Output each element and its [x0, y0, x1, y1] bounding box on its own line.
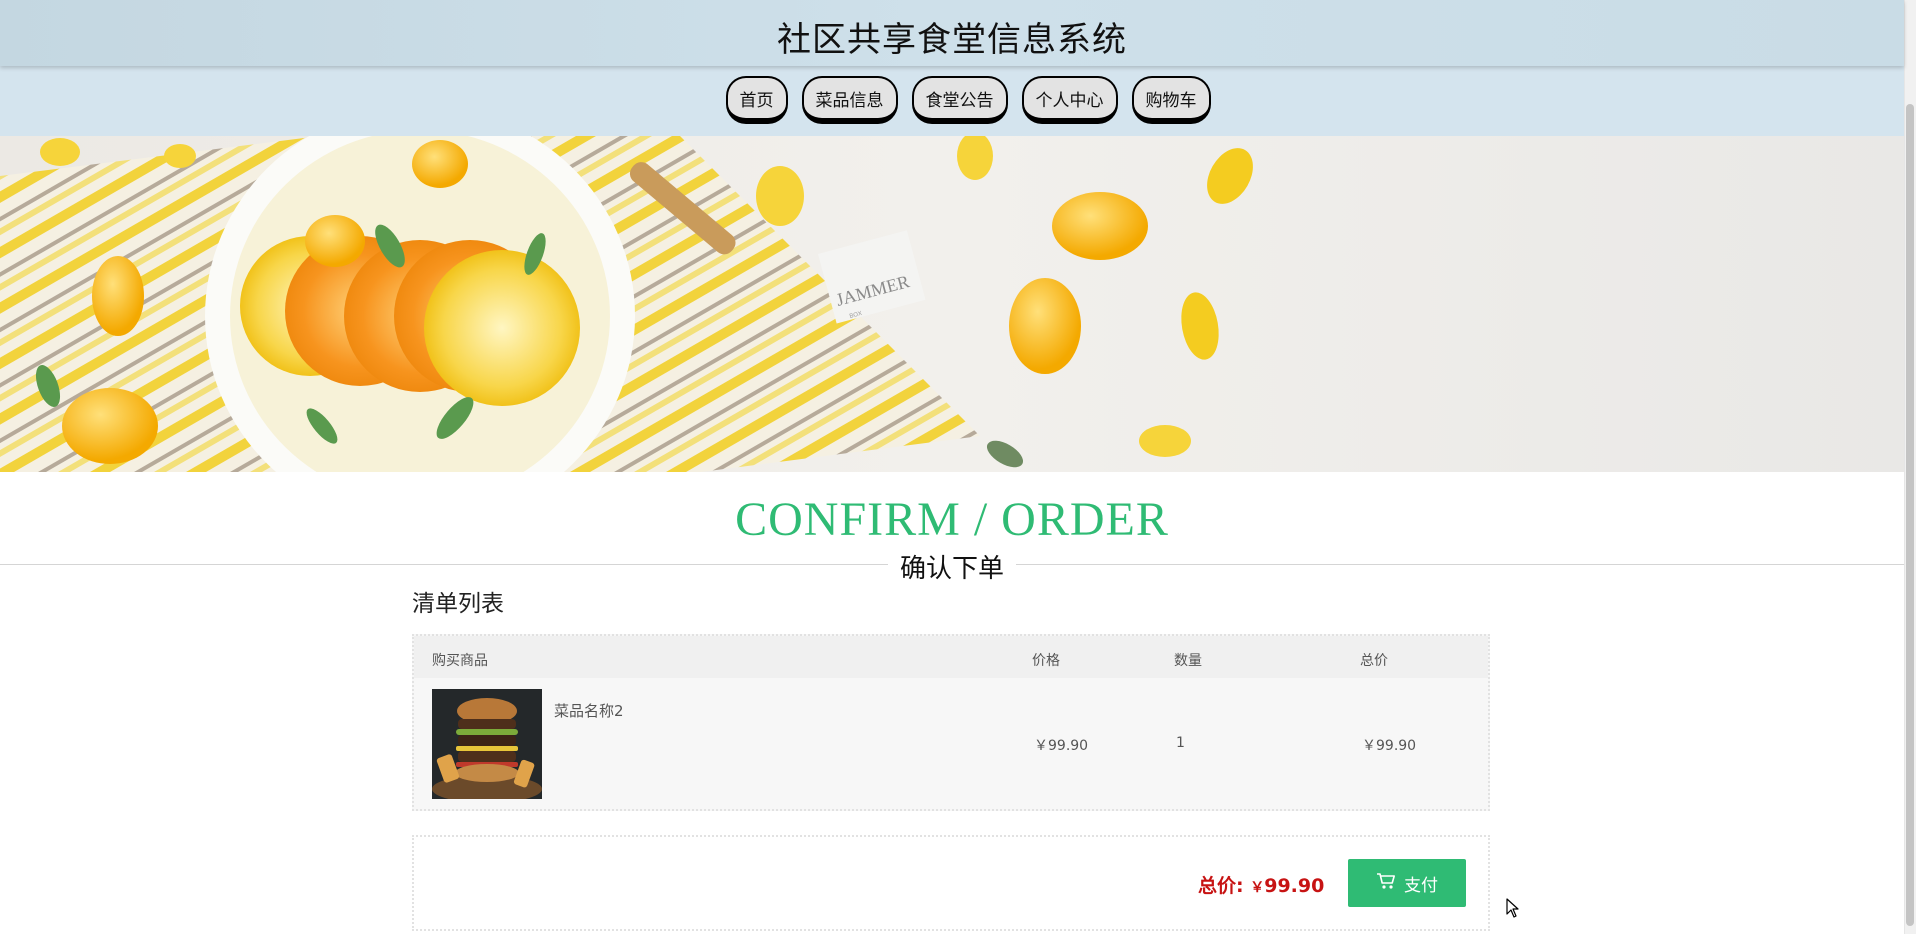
header-total: 总价 — [1360, 653, 1388, 669]
nav-list: 首页 菜品信息 食堂公告 个人中心 购物车 — [0, 76, 1904, 124]
nav-item-cart[interactable]: 购物车 — [1131, 76, 1211, 124]
order-table: 购买商品 价格 数量 总价 菜品名称2 ￥99.90 1 ￥99.90 — [412, 634, 1490, 811]
header-quantity: 数量 — [1174, 653, 1202, 669]
order-total: 总价: ￥99.90 — [1198, 871, 1324, 898]
scrollbar-thumb[interactable] — [1906, 104, 1914, 926]
pay-button-label: 支付 — [1404, 875, 1438, 896]
content-area: 社区共享食堂信息系统 首页 菜品信息 食堂公告 个人中心 购物车 JAMMER … — [0, 0, 1904, 934]
product-name[interactable]: 菜品名称2 — [554, 700, 624, 721]
pay-button[interactable]: 支付 — [1348, 859, 1466, 907]
header-product: 购买商品 — [432, 653, 488, 669]
page-scrollbar[interactable] — [1904, 0, 1916, 934]
cart-icon — [1376, 872, 1396, 895]
mouse-cursor-icon — [1506, 898, 1520, 922]
order-total-currency: ￥ — [1250, 880, 1265, 896]
main-nav: 首页 菜品信息 食堂公告 个人中心 购物车 — [0, 66, 1904, 136]
list-title: 清单列表 — [412, 591, 504, 617]
nav-item-home[interactable]: 首页 — [725, 76, 788, 124]
banner-illustration: JAMMER BOX — [0, 136, 1904, 472]
site-header: 社区共享食堂信息系统 — [0, 0, 1904, 66]
product-total: ￥99.90 — [1362, 738, 1417, 754]
product-image[interactable] — [432, 689, 542, 799]
page: 社区共享食堂信息系统 首页 菜品信息 食堂公告 个人中心 购物车 JAMMER … — [0, 0, 1916, 934]
nav-item-dishes[interactable]: 菜品信息 — [801, 76, 898, 124]
confirm-order-subheading-text: 确认下单 — [887, 554, 1016, 584]
confirm-order-heading: CONFIRM / ORDER — [735, 493, 1169, 546]
table-header: 购买商品 价格 数量 总价 — [414, 636, 1488, 678]
site-title: 社区共享食堂信息系统 — [777, 20, 1127, 60]
burger-illustration — [432, 689, 542, 799]
product-price: ￥99.90 — [1034, 738, 1089, 754]
payment-bar: 总价: ￥99.90 支付 — [412, 835, 1490, 931]
nav-item-profile[interactable]: 个人中心 — [1021, 76, 1118, 124]
nav-item-announcements[interactable]: 食堂公告 — [911, 76, 1008, 124]
header-price: 价格 — [1032, 653, 1060, 669]
order-total-value: 99.90 — [1264, 875, 1325, 897]
table-row: 菜品名称2 ￥99.90 1 ￥99.90 — [414, 678, 1488, 809]
banner-image: JAMMER BOX — [0, 136, 1904, 472]
order-total-label: 总价: — [1198, 875, 1244, 897]
product-quantity: 1 — [1176, 735, 1185, 751]
confirm-order-subheading: 确认下单 — [0, 548, 1904, 585]
